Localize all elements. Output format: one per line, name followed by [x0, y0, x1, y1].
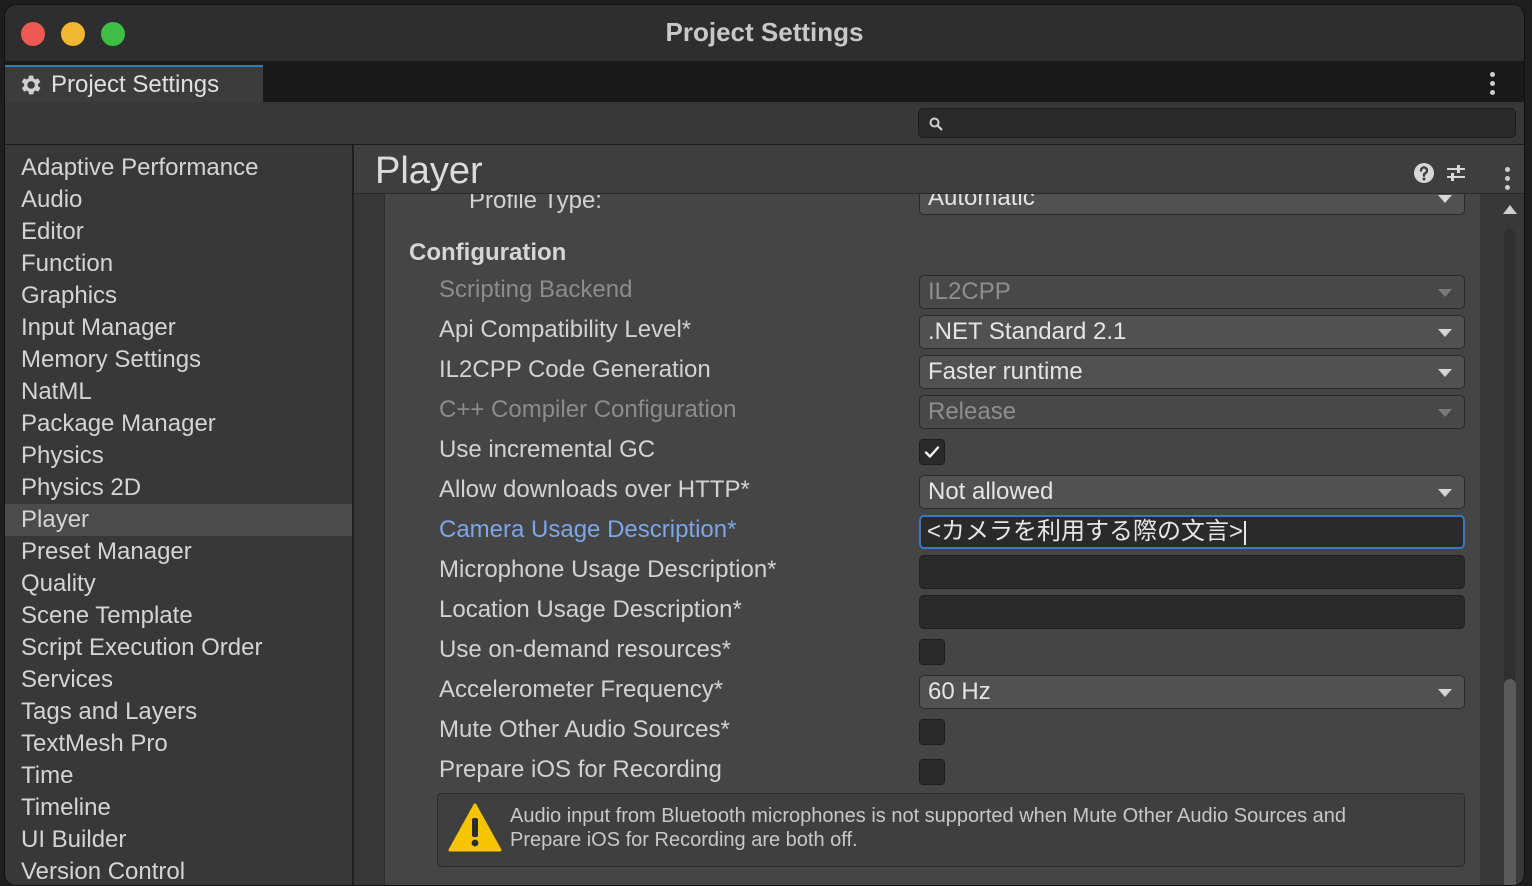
sidebar-item-script-execution-order[interactable]: Script Execution Order: [5, 632, 352, 664]
cpp-compiler-configuration-value: Release: [928, 398, 1017, 425]
scrollbar-thumb[interactable]: [1504, 679, 1516, 885]
camera-usage-description-field[interactable]: <カメラを利用する際の文言>: [919, 515, 1465, 549]
window-title: Project Settings: [665, 17, 864, 47]
sidebar-item-scene-template[interactable]: Scene Template: [5, 600, 352, 632]
mute-other-audio-checkbox[interactable]: [919, 719, 945, 745]
cpp-compiler-configuration-label: C++ Compiler Configuration: [439, 396, 737, 423]
sidebar-item-version-control[interactable]: Version Control: [5, 856, 352, 885]
sidebar-item-physics-2d[interactable]: Physics 2D: [5, 472, 352, 504]
sidebar-item-services[interactable]: Services: [5, 664, 352, 696]
page-title: Player: [375, 150, 483, 192]
sidebar-item-textmesh-pro[interactable]: TextMesh Pro: [5, 728, 352, 760]
api-compatibility-dropdown[interactable]: .NET Standard 2.1: [919, 315, 1465, 349]
scripting-backend-value: IL2CPP: [928, 278, 1011, 305]
incremental-gc-label: Use incremental GC: [439, 436, 656, 463]
sidebar-item-time[interactable]: Time: [5, 760, 352, 792]
location-usage-description-label: Location Usage Description*: [439, 596, 742, 623]
allow-downloads-http-value: Not allowed: [928, 478, 1054, 505]
scroll-up-arrow-icon[interactable]: [1503, 205, 1517, 214]
search-toolbar: [5, 102, 1524, 145]
sidebar-item-natml[interactable]: NatML: [5, 376, 352, 408]
window-menu-icon[interactable]: [1489, 72, 1495, 95]
api-compatibility-value: .NET Standard 2.1: [928, 318, 1127, 345]
sidebar-item-input-manager[interactable]: Input Manager: [5, 312, 352, 344]
on-demand-resources-checkbox[interactable]: [919, 639, 945, 665]
configuration-section-title: Configuration: [409, 239, 567, 266]
sidebar-item-audio[interactable]: Audio: [5, 184, 352, 216]
scripting-backend-label: Scripting Backend: [439, 276, 633, 303]
chevron-down-icon: [1438, 195, 1452, 203]
warning-line-1: Audio input from Bluetooth microphones i…: [510, 805, 1347, 827]
page-header: Player: [354, 145, 1524, 194]
il2cpp-code-generation-dropdown[interactable]: Faster runtime: [919, 355, 1465, 389]
sidebar-item-ui-builder[interactable]: UI Builder: [5, 824, 352, 856]
help-icon[interactable]: [1412, 161, 1436, 185]
sidebar-item-editor[interactable]: Editor: [5, 216, 352, 248]
camera-usage-description-value: <カメラを利用する際の文言>: [927, 518, 1244, 545]
sidebar-item-player[interactable]: Player: [5, 504, 352, 536]
tab-label: Project Settings: [51, 70, 220, 98]
microphone-usage-description-label: Microphone Usage Description*: [439, 556, 777, 583]
chevron-down-icon: [1438, 409, 1452, 417]
settings-main-panel: Player Profile Type: Automatic Configura…: [354, 145, 1524, 885]
accelerometer-frequency-label: Accelerometer Frequency*: [439, 676, 724, 703]
search-icon: [929, 117, 943, 131]
il2cpp-code-generation-label: IL2CPP Code Generation: [439, 356, 711, 383]
text-caret: [1244, 520, 1247, 545]
sidebar-item-graphics[interactable]: Graphics: [5, 280, 352, 312]
preset-sliders-icon[interactable]: [1444, 161, 1468, 185]
chevron-down-icon: [1438, 329, 1452, 337]
title-bar[interactable]: Project Settings: [5, 5, 1524, 62]
on-demand-resources-label: Use on-demand resources*: [439, 636, 732, 663]
camera-usage-description-label: Camera Usage Description*: [439, 516, 737, 543]
mute-other-audio-label: Mute Other Audio Sources*: [439, 716, 730, 743]
warning-icon: [448, 803, 502, 852]
sidebar-item-physics[interactable]: Physics: [5, 440, 352, 472]
chevron-down-icon: [1438, 689, 1452, 697]
sidebar-item-tags-and-layers[interactable]: Tags and Layers: [5, 696, 352, 728]
scripting-backend-dropdown: IL2CPP: [919, 275, 1465, 309]
profile-type-dropdown[interactable]: Automatic: [919, 193, 1465, 215]
project-settings-window: Project Settings Project Settings Adapti…: [4, 4, 1525, 886]
tab-bar: Project Settings: [5, 62, 1524, 102]
gear-icon: [21, 75, 41, 94]
sidebar-item-memory-settings[interactable]: Memory Settings: [5, 344, 352, 376]
sidebar-item-preset-manager[interactable]: Preset Manager: [5, 536, 352, 568]
more-options-icon[interactable]: [1504, 167, 1510, 190]
il2cpp-code-generation-value: Faster runtime: [928, 358, 1083, 385]
chevron-down-icon: [1438, 489, 1452, 497]
microphone-usage-description-field[interactable]: [919, 555, 1465, 589]
cpp-compiler-configuration-dropdown: Release: [919, 395, 1465, 429]
warning-message: Audio input from Bluetooth microphones i…: [510, 804, 1444, 852]
accelerometer-frequency-value: 60 Hz: [928, 678, 991, 705]
chevron-down-icon: [1438, 369, 1452, 377]
chevron-down-icon: [1438, 289, 1452, 297]
tab-project-settings[interactable]: Project Settings: [5, 65, 263, 102]
warning-helpbox: Audio input from Bluetooth microphones i…: [437, 793, 1465, 867]
prepare-ios-recording-label: Prepare iOS for Recording: [439, 756, 722, 783]
sidebar-item-package-manager[interactable]: Package Manager: [5, 408, 352, 440]
warning-line-2: Prepare iOS for Recording are both off.: [510, 829, 858, 851]
profile-type-label: Profile Type:: [469, 193, 602, 214]
profile-type-value: Automatic: [928, 193, 1035, 211]
vertical-scrollbar[interactable]: [1494, 193, 1524, 885]
api-compatibility-label: Api Compatibility Level*: [439, 316, 692, 343]
checkmark-icon: [924, 446, 940, 458]
sidebar-item-adaptive-performance[interactable]: Adaptive Performance: [5, 152, 352, 184]
sidebar-item-function[interactable]: Function: [5, 248, 352, 280]
accelerometer-frequency-dropdown[interactable]: 60 Hz: [919, 675, 1465, 709]
allow-downloads-http-label: Allow downloads over HTTP*: [439, 476, 750, 503]
prepare-ios-recording-checkbox[interactable]: [919, 759, 945, 785]
sidebar-item-timeline[interactable]: Timeline: [5, 792, 352, 824]
search-input[interactable]: [918, 108, 1516, 138]
settings-sidebar: Adaptive Performance Audio Editor Functi…: [5, 145, 354, 885]
player-settings-content: Profile Type: Automatic Configuration Sc…: [384, 193, 1480, 885]
location-usage-description-field[interactable]: [919, 595, 1465, 629]
allow-downloads-http-dropdown[interactable]: Not allowed: [919, 475, 1465, 509]
incremental-gc-checkbox[interactable]: [919, 439, 945, 465]
sidebar-item-quality[interactable]: Quality: [5, 568, 352, 600]
